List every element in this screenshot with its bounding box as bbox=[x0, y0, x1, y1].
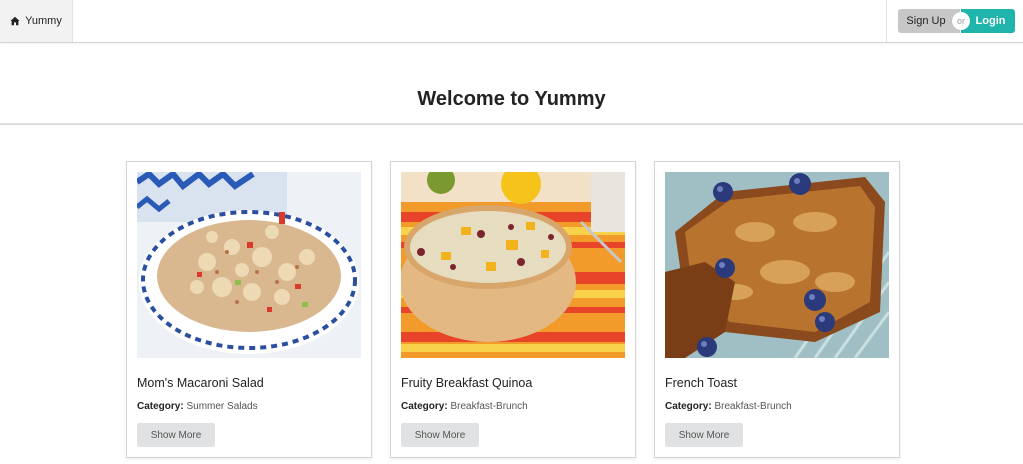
category-value[interactable]: Breakfast-Brunch bbox=[450, 401, 527, 412]
category-value[interactable]: Breakfast-Brunch bbox=[714, 401, 791, 412]
category-label: Category: bbox=[665, 401, 712, 412]
recipe-card: Fruity Breakfast Quinoa Category: Breakf… bbox=[390, 161, 636, 458]
recipe-title[interactable]: French Toast bbox=[665, 376, 737, 390]
show-more-button[interactable]: Show More bbox=[401, 423, 479, 447]
recipe-image[interactable] bbox=[137, 172, 361, 358]
header-divider bbox=[0, 123, 1023, 125]
category-label: Category: bbox=[401, 401, 448, 412]
category-label: Category: bbox=[137, 401, 184, 412]
recipe-card: Mom's Macaroni Salad Category: Summer Sa… bbox=[126, 161, 372, 458]
recipe-category: Category: Breakfast-Brunch bbox=[401, 401, 528, 412]
or-divider: or bbox=[952, 12, 970, 30]
show-more-button[interactable]: Show More bbox=[665, 423, 743, 447]
top-navbar: Yummy Sign Up Login or bbox=[0, 0, 1023, 43]
show-more-button[interactable]: Show More bbox=[137, 423, 215, 447]
signup-button[interactable]: Sign Up bbox=[898, 9, 960, 33]
recipe-category: Category: Breakfast-Brunch bbox=[665, 401, 792, 412]
macaroni-salad-image bbox=[137, 172, 361, 358]
category-value[interactable]: Summer Salads bbox=[186, 401, 257, 412]
page-title: Welcome to Yummy bbox=[417, 88, 606, 110]
french-toast-image bbox=[665, 172, 889, 358]
recipe-image[interactable] bbox=[665, 172, 889, 358]
breakfast-quinoa-image bbox=[401, 172, 625, 358]
auth-buttons: Sign Up Login or bbox=[886, 0, 1023, 42]
recipe-title[interactable]: Mom's Macaroni Salad bbox=[137, 376, 264, 390]
home-link[interactable]: Yummy bbox=[0, 0, 73, 42]
home-icon bbox=[10, 16, 20, 26]
brand-label: Yummy bbox=[25, 15, 62, 27]
recipe-title[interactable]: Fruity Breakfast Quinoa bbox=[401, 376, 532, 390]
recipe-category: Category: Summer Salads bbox=[137, 401, 258, 412]
recipe-card: French Toast Category: Breakfast-Brunch … bbox=[654, 161, 900, 458]
recipe-image[interactable] bbox=[401, 172, 625, 358]
